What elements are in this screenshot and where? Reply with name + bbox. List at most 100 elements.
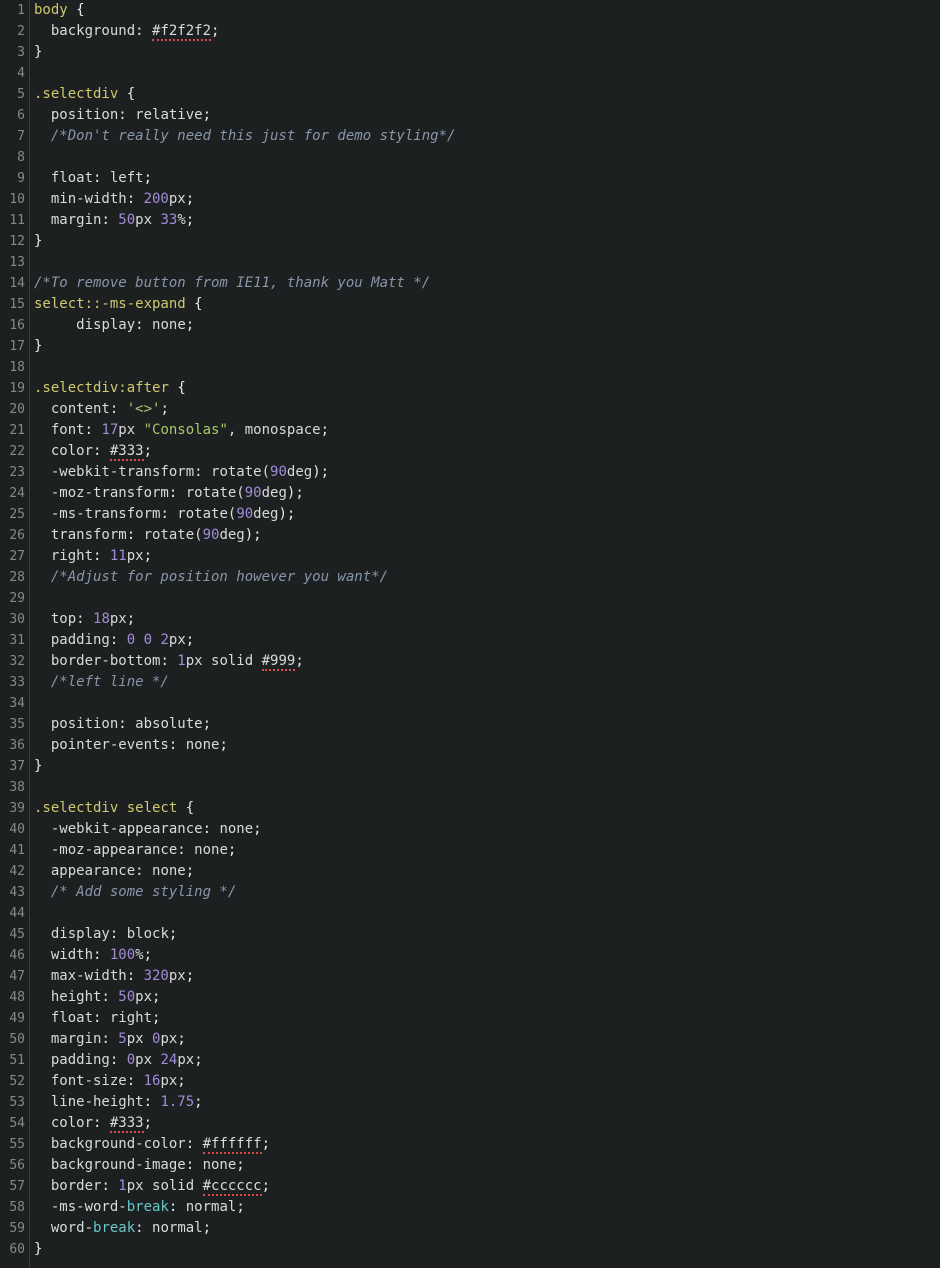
code-line[interactable]: body { xyxy=(34,0,940,21)
code-line[interactable]: -ms-transform: rotate(90deg); xyxy=(34,504,940,525)
code-line[interactable] xyxy=(34,252,940,273)
code-token: : xyxy=(110,1052,127,1068)
code-line[interactable]: appearance: none; xyxy=(34,861,940,882)
code-token: none xyxy=(152,863,186,879)
code-token: ::-ms-expand xyxy=(85,296,195,312)
code-line[interactable]: -webkit-appearance: none; xyxy=(34,819,940,840)
line-number: 9 xyxy=(0,168,25,189)
code-token: : xyxy=(169,737,186,753)
code-line[interactable]: width: 100%; xyxy=(34,945,940,966)
code-line[interactable]: position: absolute; xyxy=(34,714,940,735)
code-line[interactable]: } xyxy=(34,231,940,252)
code-line[interactable]: height: 50px; xyxy=(34,987,940,1008)
code-line[interactable]: padding: 0px 24px; xyxy=(34,1050,940,1071)
code-token: px solid xyxy=(127,1178,203,1194)
code-token: : xyxy=(203,821,220,837)
code-token: : xyxy=(76,611,93,627)
code-line[interactable]: -webkit-transform: rotate(90deg); xyxy=(34,462,940,483)
code-token: -moz-transform xyxy=(51,485,169,501)
code-line[interactable]: color: #333; xyxy=(34,441,940,462)
code-line[interactable]: .selectdiv select { xyxy=(34,798,940,819)
code-line[interactable] xyxy=(34,588,940,609)
line-number: 10 xyxy=(0,189,25,210)
code-line[interactable]: /*left line */ xyxy=(34,672,940,693)
code-line[interactable]: } xyxy=(34,756,940,777)
code-editor[interactable]: 1234567891011121314151617181920212223242… xyxy=(0,0,940,1268)
code-line[interactable]: position: relative; xyxy=(34,105,940,126)
code-token: right xyxy=(110,1010,152,1026)
code-line[interactable] xyxy=(34,147,940,168)
code-line[interactable]: font-size: 16px; xyxy=(34,1071,940,1092)
code-line[interactable]: } xyxy=(34,336,940,357)
code-token: 33 xyxy=(160,212,177,228)
code-line[interactable]: min-width: 200px; xyxy=(34,189,940,210)
code-line[interactable] xyxy=(34,903,940,924)
code-token xyxy=(34,590,51,606)
code-token: : xyxy=(93,548,110,564)
code-token: -webkit-transform xyxy=(51,464,194,480)
code-line[interactable]: -ms-word-break: normal; xyxy=(34,1197,940,1218)
code-token: /*To remove button from IE11, thank you … xyxy=(34,275,430,291)
line-number: 15 xyxy=(0,294,25,315)
code-line[interactable]: margin: 5px 0px; xyxy=(34,1029,940,1050)
code-token: max-width xyxy=(51,968,127,984)
line-number: 58 xyxy=(0,1197,25,1218)
code-line[interactable]: .selectdiv:after { xyxy=(34,378,940,399)
code-token xyxy=(34,632,51,648)
code-line[interactable]: /*Adjust for position however you want*/ xyxy=(34,567,940,588)
code-line[interactable]: transform: rotate(90deg); xyxy=(34,525,940,546)
code-line[interactable]: /*Don't really need this just for demo s… xyxy=(34,126,940,147)
code-token: deg xyxy=(262,485,287,501)
code-token: % xyxy=(177,212,185,228)
code-line[interactable]: float: left; xyxy=(34,168,940,189)
code-line[interactable]: background-color: #ffffff; xyxy=(34,1134,940,1155)
code-line[interactable] xyxy=(34,777,940,798)
code-line[interactable]: color: #333; xyxy=(34,1113,940,1134)
code-line[interactable] xyxy=(34,357,940,378)
code-line[interactable]: max-width: 320px; xyxy=(34,966,940,987)
code-line[interactable]: border-bottom: 1px solid #999; xyxy=(34,651,940,672)
code-line[interactable]: content: '<>'; xyxy=(34,399,940,420)
code-token: ; xyxy=(169,926,177,942)
code-line[interactable]: margin: 50px 33%; xyxy=(34,210,940,231)
line-number: 30 xyxy=(0,609,25,630)
code-token: : xyxy=(118,107,135,123)
code-line[interactable]: pointer-events: none; xyxy=(34,735,940,756)
code-line[interactable]: } xyxy=(34,1239,940,1260)
line-number: 22 xyxy=(0,441,25,462)
code-line[interactable]: background-image: none; xyxy=(34,1155,940,1176)
code-token: 200 xyxy=(144,191,169,207)
code-token xyxy=(34,947,51,963)
code-token: ; xyxy=(236,1199,244,1215)
code-token: rotate( xyxy=(177,506,236,522)
code-line[interactable] xyxy=(34,693,940,714)
code-token xyxy=(34,149,51,165)
code-line[interactable]: select::-ms-expand { xyxy=(34,294,940,315)
code-line[interactable]: /*To remove button from IE11, thank you … xyxy=(34,273,940,294)
code-line[interactable]: background: #f2f2f2; xyxy=(34,21,940,42)
code-line[interactable]: -moz-appearance: none; xyxy=(34,840,940,861)
code-token: 90 xyxy=(203,527,220,543)
code-token xyxy=(34,905,51,921)
code-token xyxy=(34,695,51,711)
line-number: 18 xyxy=(0,357,25,378)
code-line[interactable]: display: block; xyxy=(34,924,940,945)
code-line[interactable]: word-break: normal; xyxy=(34,1218,940,1239)
code-line[interactable]: /* Add some styling */ xyxy=(34,882,940,903)
code-line[interactable]: top: 18px; xyxy=(34,609,940,630)
code-line[interactable]: } xyxy=(34,42,940,63)
code-line[interactable]: line-height: 1.75; xyxy=(34,1092,940,1113)
code-line[interactable]: padding: 0 0 2px; xyxy=(34,630,940,651)
code-line[interactable]: display: none; xyxy=(34,315,940,336)
code-line[interactable]: .selectdiv { xyxy=(34,84,940,105)
line-number: 25 xyxy=(0,504,25,525)
code-line[interactable]: float: right; xyxy=(34,1008,940,1029)
code-line[interactable]: -moz-transform: rotate(90deg); xyxy=(34,483,940,504)
code-line[interactable]: right: 11px; xyxy=(34,546,940,567)
code-token: -ms-word- xyxy=(51,1199,127,1215)
code-line[interactable]: border: 1px solid #cccccc; xyxy=(34,1176,940,1197)
code-line[interactable] xyxy=(34,63,940,84)
code-token: #cccccc xyxy=(203,1178,262,1196)
code-line[interactable]: font: 17px "Consolas", monospace; xyxy=(34,420,940,441)
code-area[interactable]: body { background: #f2f2f2;} .selectdiv … xyxy=(30,0,940,1268)
